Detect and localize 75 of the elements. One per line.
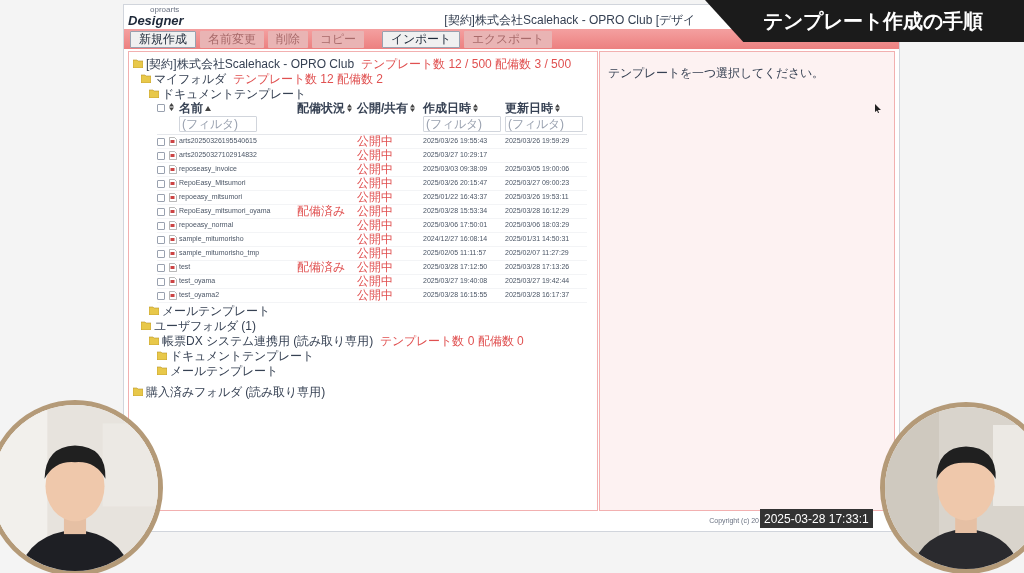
checkbox[interactable] — [157, 165, 165, 174]
document-icon — [169, 249, 177, 258]
folder-label[interactable]: 帳票DX システム連携用 (読み取り専用) — [162, 333, 374, 348]
timestamp: 2025-03-28 17:33:1 — [760, 509, 873, 528]
folder-label[interactable]: マイフォルダ — [154, 71, 226, 86]
public-status: 公開中 — [357, 189, 393, 204]
public-status: 公開中 — [357, 273, 393, 288]
folder-label[interactable]: ドキュメントテンプレート — [162, 86, 306, 101]
logo: Designer — [128, 14, 184, 27]
public-status: 公開中 — [357, 203, 393, 218]
folder-label[interactable]: 購入済みフォルダ (読み取り専用) — [146, 384, 326, 399]
cursor-icon — [875, 104, 881, 113]
checkbox[interactable] — [157, 179, 165, 188]
public-status: 公開中 — [357, 259, 393, 274]
checkbox[interactable] — [157, 151, 165, 160]
document-icon — [169, 179, 177, 188]
checkbox[interactable] — [157, 137, 165, 146]
document-icon — [169, 151, 177, 160]
checkbox[interactable] — [157, 193, 165, 202]
public-status: 公開中 — [357, 133, 393, 148]
column-header[interactable]: 作成日時 — [423, 101, 471, 115]
public-status: 公開中 — [357, 217, 393, 232]
filter-field[interactable]: (フィルタ) — [423, 116, 501, 132]
empty-message: テンプレートを一つ選択してください。 — [608, 66, 824, 80]
folder-label[interactable]: メールテンプレート — [162, 303, 270, 318]
checkbox[interactable] — [157, 221, 165, 230]
deploy-status: 配備済み — [297, 203, 345, 218]
public-status: 公開中 — [357, 161, 393, 176]
folder-stats: テンプレート数 0 配備数 0 — [380, 333, 524, 348]
folder-label[interactable]: ドキュメントテンプレート — [170, 348, 314, 363]
public-status: 公開中 — [357, 147, 393, 162]
sort-icon[interactable] — [410, 104, 416, 112]
toolbar-button[interactable]: インポート — [382, 30, 460, 48]
sort-icon[interactable] — [347, 104, 352, 112]
sort-icon[interactable] — [169, 103, 174, 111]
public-status: 公開中 — [357, 287, 393, 302]
filter-field[interactable]: (フィルタ) — [179, 116, 257, 132]
public-status: 公開中 — [357, 245, 393, 260]
column-header[interactable]: 更新日時 — [505, 101, 553, 115]
window-title: [契約]株式会社Scalehack - OPRO Club [デザイ — [444, 13, 695, 27]
column-header[interactable]: 名前 — [179, 101, 203, 115]
folder-stats: テンプレート数 12 配備数 2 — [233, 71, 384, 86]
sort-ascending-icon[interactable] — [205, 105, 211, 111]
deploy-status: 配備済み — [297, 259, 345, 274]
folder-label[interactable]: ユーザフォルダ (1) — [154, 318, 256, 333]
document-icon — [169, 291, 177, 300]
checkbox[interactable] — [157, 235, 165, 244]
toolbar-button[interactable]: 新規作成 — [130, 30, 196, 48]
checkbox[interactable] — [157, 291, 165, 300]
document-icon — [169, 221, 177, 230]
sort-icon[interactable] — [555, 104, 560, 112]
document-icon — [169, 235, 177, 244]
logo-tagline: oproarts — [149, 6, 181, 14]
column-header[interactable]: 配備状況 — [297, 101, 345, 115]
filter-field[interactable]: (フィルタ) — [505, 116, 583, 132]
document-icon — [169, 193, 177, 202]
sort-icon[interactable] — [473, 104, 478, 112]
folder-stats: テンプレート数 12 / 500 配備数 3 / 500 — [361, 56, 572, 71]
document-icon — [169, 277, 177, 286]
document-icon — [169, 263, 177, 272]
public-status: 公開中 — [357, 231, 393, 246]
folder-icon — [133, 387, 143, 396]
checkbox[interactable] — [157, 263, 165, 272]
checkbox[interactable] — [157, 207, 165, 216]
banner-title: テンプレート作成の手順 — [763, 9, 983, 34]
checkbox[interactable] — [157, 277, 165, 286]
document-icon — [169, 137, 177, 146]
document-icon — [169, 165, 177, 174]
document-icon — [169, 207, 177, 216]
checkbox[interactable] — [157, 104, 165, 112]
checkbox[interactable] — [157, 249, 165, 258]
folder-label[interactable]: メールテンプレート — [170, 363, 278, 378]
public-status: 公開中 — [357, 175, 393, 190]
column-header[interactable]: 公開/共有 — [357, 101, 409, 115]
folder-label[interactable]: [契約]株式会社Scalehack - OPRO Club — [146, 56, 355, 71]
